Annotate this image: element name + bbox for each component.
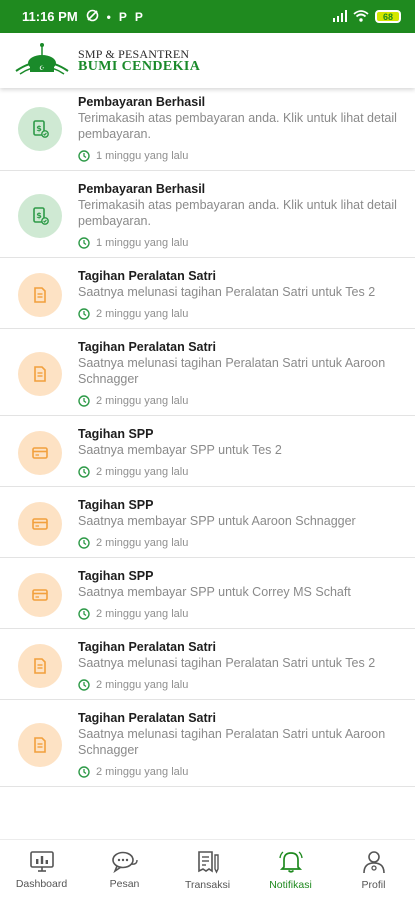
nav-pesan[interactable]: Pesan — [86, 850, 164, 890]
time-label: 2 minggu yang lalu — [96, 466, 189, 478]
nav-label-dashboard: Dashboard — [15, 878, 68, 890]
time-label: 2 minggu yang lalu — [96, 679, 189, 691]
notification-time: 1 minggu yang lalu — [78, 150, 401, 162]
notification-time: 1 minggu yang lalu — [78, 237, 401, 249]
app-p-icon: P — [118, 9, 127, 24]
time-label: 2 minggu yang lalu — [96, 608, 189, 620]
notification-desc: Terimakasih atas pembayaran anda. Klik u… — [78, 198, 397, 228]
time-label: 1 minggu yang lalu — [96, 237, 189, 249]
notification-item[interactable]: $ Pembayaran Berhasil Terimakasih atas p… — [0, 171, 415, 258]
svg-text:$: $ — [36, 124, 42, 133]
school-name-line2: BUMI CENDEKIA — [78, 58, 201, 74]
notification-time: 2 minggu yang lalu — [78, 395, 401, 407]
notification-title: Tagihan SPP — [78, 427, 154, 441]
wifi-icon — [353, 9, 369, 24]
notification-desc: Saatnya melunasi tagihan Peralatan Satri… — [78, 356, 386, 386]
nav-label-notifikasi: Notifikasi — [269, 879, 312, 891]
svg-text:☪: ☪ — [39, 65, 44, 72]
notification-item[interactable]: Tagihan Peralatan Satri Saatnya melunasi… — [0, 329, 415, 416]
notification-time: 2 minggu yang lalu — [78, 608, 401, 620]
notification-item[interactable]: $ Pembayaran Berhasil Terimakasih atas p… — [0, 88, 415, 171]
clock-icon — [78, 150, 90, 162]
notification-title: Tagihan SPP — [78, 498, 154, 512]
notification-desc: Saatnya membayar SPP untuk Correy MS Sch… — [78, 585, 351, 599]
notification-title: Pembayaran Berhasil — [78, 95, 206, 109]
dashboard-icon — [29, 851, 54, 872]
nav-label-transaksi: Transaksi — [184, 879, 231, 891]
nav-notifikasi[interactable]: Notifikasi — [252, 849, 330, 891]
clock-icon — [78, 679, 90, 691]
notification-time: 2 minggu yang lalu — [78, 766, 401, 778]
notification-desc: Saatnya membayar SPP untuk Tes 2 — [78, 443, 282, 457]
time-label: 2 minggu yang lalu — [96, 766, 189, 778]
notification-time: 2 minggu yang lalu — [78, 308, 401, 320]
school-name-line1: SMP & PESANTREN — [78, 46, 190, 61]
mosque-logo-icon: ☪ — [15, 42, 69, 75]
clock-icon — [78, 237, 90, 249]
time-label: 2 minggu yang lalu — [96, 537, 189, 549]
clock-icon — [78, 466, 90, 478]
bell-icon — [278, 851, 303, 873]
notification-item[interactable]: Tagihan Peralatan Satri Saatnya melunasi… — [0, 629, 415, 700]
app-p-icon: P — [134, 9, 143, 24]
notification-title: Tagihan Peralatan Satri — [78, 711, 217, 725]
notification-time: 2 minggu yang lalu — [78, 537, 401, 549]
nav-label-pesan: Pesan — [109, 878, 140, 890]
clock-icon — [78, 608, 90, 620]
notification-desc: Saatnya melunasi tagihan Peralatan Satri… — [78, 727, 386, 757]
status-bar: 11:16 PM • P P 68 — [0, 0, 415, 33]
nav-profil[interactable]: Profil — [335, 849, 413, 891]
notification-title: Pembayaran Berhasil — [78, 182, 206, 196]
notification-item[interactable]: Tagihan SPP Saatnya membayar SPP untuk T… — [0, 416, 415, 487]
bill-document-icon — [18, 722, 62, 767]
notification-title: Tagihan SPP — [78, 569, 154, 583]
signal-icon — [333, 9, 347, 24]
notification-desc: Saatnya melunasi tagihan Peralatan Satri… — [78, 656, 376, 670]
notification-desc: Saatnya membayar SPP untuk Aaroon Schnag… — [78, 514, 356, 528]
battery-icon: 68 — [375, 10, 401, 23]
notification-list[interactable]: $ Pembayaran Berhasil Terimakasih atas p… — [0, 88, 415, 839]
profile-icon — [362, 851, 385, 874]
time-label: 2 minggu yang lalu — [96, 395, 189, 407]
spp-card-icon — [18, 501, 62, 546]
spp-card-icon — [18, 430, 62, 475]
school-logo: ☪ SMP & PESANTREN BUMI CENDEKIA — [12, 41, 200, 81]
time-label: 2 minggu yang lalu — [96, 308, 189, 320]
notification-desc: Saatnya melunasi tagihan Peralatan Satri… — [78, 285, 376, 299]
nav-dashboard[interactable]: Dashboard — [3, 850, 81, 890]
notification-title: Tagihan Peralatan Satri — [78, 269, 217, 283]
app-header: ☪ SMP & PESANTREN BUMI CENDEKIA — [0, 33, 415, 88]
sync-icon — [86, 9, 99, 24]
clock-icon — [78, 308, 90, 320]
notification-item[interactable]: Tagihan Peralatan Satri Saatnya melunasi… — [0, 700, 415, 787]
nav-transaksi[interactable]: Transaksi — [169, 849, 247, 891]
notification-item[interactable]: Tagihan Peralatan Satri Saatnya melunasi… — [0, 258, 415, 329]
notification-desc: Terimakasih atas pembayaran anda. Klik u… — [78, 111, 397, 141]
svg-text:$: $ — [36, 211, 42, 220]
notification-title: Tagihan Peralatan Satri — [78, 640, 217, 654]
payment-success-icon: $ — [18, 106, 62, 151]
time-label: 1 minggu yang lalu — [96, 150, 189, 162]
bill-document-icon — [18, 272, 62, 317]
notification-item[interactable]: Tagihan SPP Saatnya membayar SPP untuk C… — [0, 558, 415, 629]
notification-dot-icon: • — [106, 9, 111, 24]
bill-document-icon — [18, 351, 62, 396]
spp-card-icon — [18, 572, 62, 617]
bottom-navigation: Dashboard Pesan Transaksi Notifikasi Pro… — [0, 839, 415, 900]
clock-icon — [78, 537, 90, 549]
nav-label-profil: Profil — [361, 879, 386, 891]
payment-success-icon: $ — [18, 193, 62, 238]
notification-time: 2 minggu yang lalu — [78, 679, 401, 691]
notification-title: Tagihan Peralatan Satri — [78, 340, 217, 354]
transaction-icon — [197, 851, 219, 874]
chat-icon — [111, 851, 138, 874]
clock-icon — [78, 395, 90, 407]
notification-item[interactable]: Tagihan SPP Saatnya membayar SPP untuk A… — [0, 487, 415, 558]
notification-time: 2 minggu yang lalu — [78, 466, 401, 478]
bill-document-icon — [18, 643, 62, 688]
status-time: 11:16 PM — [22, 9, 78, 24]
clock-icon — [78, 766, 90, 778]
